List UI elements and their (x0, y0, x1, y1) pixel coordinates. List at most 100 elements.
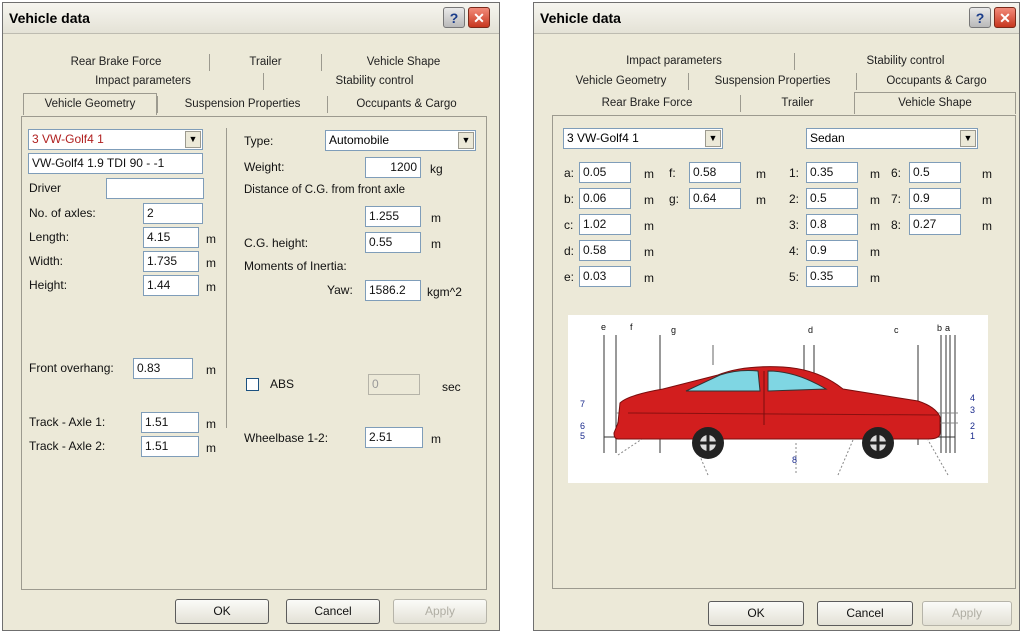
ok-button[interactable]: OK (175, 599, 269, 624)
param-field-7[interactable]: 0.9 (909, 188, 961, 209)
close-icon[interactable]: ✕ (994, 7, 1016, 28)
length-field[interactable]: 4.15 (143, 227, 199, 248)
abs-time-field[interactable]: 0 (368, 374, 420, 395)
param-field-d[interactable]: 0.58 (579, 240, 631, 261)
tab-row-3: Vehicle Geometry Suspension Properties O… (23, 93, 485, 115)
driver-label: Driver (29, 181, 61, 195)
overhang-label: Front overhang: (29, 361, 114, 375)
diagram-num-8: 8 (792, 455, 797, 465)
param-field-8[interactable]: 0.27 (909, 214, 961, 235)
vehicle-select[interactable]: 3 VW-Golf4 1 ▼ (28, 129, 203, 150)
param-field-3[interactable]: 0.8 (806, 214, 858, 235)
wheelbase-field[interactable]: 2.51 (365, 427, 423, 448)
param-unit-a: m (644, 167, 654, 181)
apply-button[interactable]: Apply (922, 601, 1012, 626)
tab-occupants-cargo[interactable]: Occupants & Cargo (327, 96, 485, 113)
title-bar: Vehicle data ? ✕ (3, 3, 499, 34)
chevron-down-icon[interactable]: ▼ (458, 132, 474, 149)
param-field-1[interactable]: 0.35 (806, 162, 858, 183)
tab-occupants-cargo[interactable]: Occupants & Cargo (856, 73, 1016, 90)
tab-stability-control[interactable]: Stability control (263, 73, 485, 90)
param-label-6: 6: (891, 166, 902, 180)
param-unit-2: m (870, 193, 880, 207)
overhang-unit: m (206, 363, 216, 377)
param-field-4[interactable]: 0.9 (806, 240, 858, 261)
ok-button[interactable]: OK (708, 601, 804, 626)
chevron-down-icon[interactable]: ▼ (705, 130, 721, 147)
driver-field[interactable] (106, 178, 204, 199)
param-label-b: b: (564, 192, 575, 206)
abs-unit: sec (442, 380, 461, 394)
tab-suspension-properties[interactable]: Suspension Properties (157, 96, 327, 113)
cancel-button[interactable]: Cancel (817, 601, 913, 626)
tab-stability-control[interactable]: Stability control (794, 53, 1016, 70)
tab-trailer[interactable]: Trailer (740, 95, 854, 112)
chevron-down-icon[interactable]: ▼ (960, 130, 976, 147)
param-field-b[interactable]: 0.06 (579, 188, 631, 209)
diagram-num-4: 4 (970, 393, 975, 403)
tab-vehicle-geometry[interactable]: Vehicle Geometry (554, 73, 688, 90)
chevron-down-icon[interactable]: ▼ (185, 131, 201, 148)
window-title: Vehicle data (9, 10, 90, 26)
tab-impact-parameters[interactable]: Impact parameters (554, 53, 794, 70)
height-field[interactable]: 1.44 (143, 275, 199, 296)
param-label-f: f: (669, 166, 676, 180)
cg-distance-field[interactable]: 1.255 (365, 206, 421, 227)
abs-checkbox[interactable] (246, 378, 259, 391)
shape-select[interactable]: Sedan ▼ (806, 128, 978, 149)
track2-label: Track - Axle 2: (29, 439, 106, 453)
apply-button[interactable]: Apply (393, 599, 487, 624)
tab-trailer[interactable]: Trailer (209, 54, 321, 71)
diagram-num-2: 2 (970, 421, 975, 431)
tab-row-2: Impact parameters Stability control (23, 73, 485, 90)
tab-suspension-properties[interactable]: Suspension Properties (688, 73, 856, 90)
tab-row-2: Vehicle Geometry Suspension Properties O… (554, 73, 1016, 90)
param-field-2[interactable]: 0.5 (806, 188, 858, 209)
track1-unit: m (206, 417, 216, 431)
tab-rear-brake-force[interactable]: Rear Brake Force (554, 95, 740, 112)
vehicle-select[interactable]: 3 VW-Golf4 1 ▼ (563, 128, 723, 149)
type-select[interactable]: Automobile ▼ (325, 130, 476, 151)
yaw-field[interactable]: 1586.2 (365, 280, 421, 301)
param-field-c[interactable]: 1.02 (579, 214, 631, 235)
param-field-f[interactable]: 0.58 (689, 162, 741, 183)
track1-field[interactable]: 1.51 (141, 412, 199, 433)
vehicle-select-value: 3 VW-Golf4 1 (32, 132, 104, 146)
tab-vehicle-shape[interactable]: Vehicle Shape (321, 54, 485, 71)
param-field-a[interactable]: 0.05 (579, 162, 631, 183)
param-field-5[interactable]: 0.35 (806, 266, 858, 287)
tab-vehicle-geometry[interactable]: Vehicle Geometry (23, 93, 157, 115)
cg-height-unit: m (431, 237, 441, 251)
param-field-6[interactable]: 0.5 (909, 162, 961, 183)
cg-height-field[interactable]: 0.55 (365, 232, 421, 253)
help-icon[interactable]: ? (969, 7, 991, 28)
cancel-button[interactable]: Cancel (286, 599, 380, 624)
tab-impact-parameters[interactable]: Impact parameters (23, 73, 263, 90)
track1-label: Track - Axle 1: (29, 415, 106, 429)
diagram-label-f: f (630, 322, 633, 332)
width-field[interactable]: 1.735 (143, 251, 199, 272)
axles-field[interactable]: 2 (143, 203, 203, 224)
track2-field[interactable]: 1.51 (141, 436, 199, 457)
weight-field[interactable]: 1200 (365, 157, 421, 178)
overhang-field[interactable]: 0.83 (133, 358, 193, 379)
help-icon[interactable]: ? (443, 7, 465, 28)
param-unit-8: m (982, 219, 992, 233)
diagram-num-5: 5 (580, 431, 585, 441)
tab-vehicle-shape[interactable]: Vehicle Shape (854, 92, 1016, 114)
param-unit-3: m (870, 219, 880, 233)
vehicle-name-field[interactable]: VW-Golf4 1.9 TDI 90 - -1 (28, 153, 203, 174)
param-field-g[interactable]: 0.64 (689, 188, 741, 209)
tab-row-3: Rear Brake Force Trailer Vehicle Shape (554, 92, 1016, 114)
width-unit: m (206, 256, 216, 270)
height-label: Height: (29, 278, 68, 292)
width-label: Width: (29, 254, 64, 268)
param-label-c: c: (564, 218, 574, 232)
diagram-label-a: a (945, 323, 950, 333)
close-icon[interactable]: ✕ (468, 7, 490, 28)
weight-label: Weight: (244, 160, 285, 174)
tab-row-1: Rear Brake Force Trailer Vehicle Shape (23, 54, 485, 71)
param-field-e[interactable]: 0.03 (579, 266, 631, 287)
yaw-unit: kgm^2 (427, 285, 462, 299)
tab-rear-brake-force[interactable]: Rear Brake Force (23, 54, 209, 71)
